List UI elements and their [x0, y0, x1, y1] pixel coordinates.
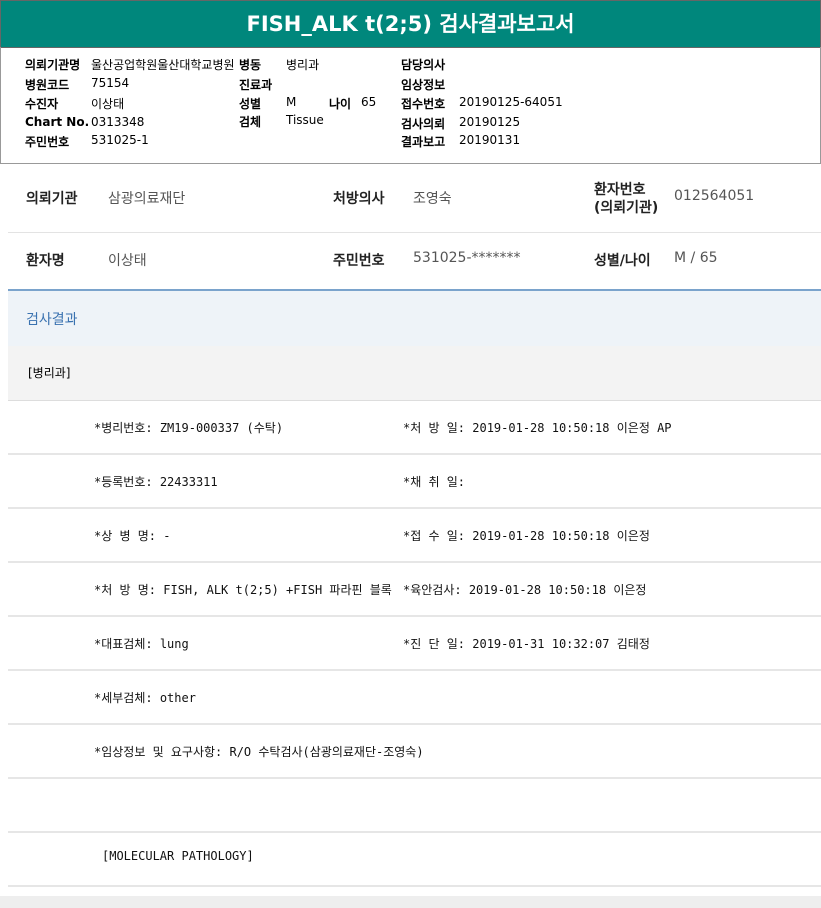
report-info: 의뢰기관명 울산공업학원울산대학교병원 병동 병리과 담당의사 병원코드 751…	[0, 47, 821, 164]
label: 환자번호	[594, 182, 646, 198]
label: 나이	[329, 97, 352, 111]
value: Tissue	[286, 113, 324, 127]
label: 주민번호	[25, 135, 70, 149]
result-row: *대표검체: lung *진 단 일: 2019-01-31 10:32:07 김…	[8, 617, 821, 671]
field: *처 방 명: FISH, ALK t(2;5) +FISH 파라핀 블록	[94, 583, 392, 597]
label: 성별	[239, 97, 262, 111]
field: *접 수 일: 2019-01-28 10:50:18 이은정	[403, 529, 650, 543]
molecular-pathology-label: [MOLECULAR PATHOLOGY]	[102, 849, 254, 863]
results-section-header: 검사결과	[8, 289, 821, 348]
field: *병리번호: ZM19-000337 (수탁)	[94, 421, 284, 435]
label: 결과보고	[401, 135, 446, 149]
patient-row-1: 의뢰기관 삼광의료재단 처방의사 조영숙 환자번호 (의뢰기관) 0125640…	[8, 170, 821, 233]
department-label: [병리과]	[28, 366, 71, 380]
value: 병리과	[286, 58, 320, 72]
footer-bar	[0, 896, 821, 908]
result-row: [MOLECULAR PATHOLOGY]	[8, 833, 821, 887]
label: 의뢰기관명	[25, 58, 81, 72]
value: M	[286, 95, 297, 109]
value: 삼광의료재단	[108, 191, 186, 207]
label: 의뢰기관	[26, 191, 78, 207]
field: *처 방 일: 2019-01-28 10:50:18 이은정 AP	[403, 421, 672, 435]
field: *등록번호: 22433311	[94, 475, 218, 489]
value: 이상태	[108, 253, 147, 269]
value: 울산공업학원울산대학교병원	[91, 58, 235, 72]
field: *상 병 명: -	[94, 529, 171, 543]
value: M / 65	[674, 250, 718, 266]
result-row: *상 병 명: - *접 수 일: 2019-01-28 10:50:18 이은정	[8, 509, 821, 563]
value: 20190131	[459, 133, 521, 147]
label: 성별/나이	[594, 253, 651, 269]
section-title: 검사결과	[26, 312, 78, 328]
value: 20190125	[459, 115, 521, 129]
patient-row-2: 환자명 이상태 주민번호 531025-******* 성별/나이 M / 65	[8, 233, 821, 289]
label: 검사의뢰	[401, 117, 446, 131]
value: 65	[361, 95, 377, 109]
value: 0313348	[91, 115, 145, 129]
label: 병동	[239, 58, 262, 72]
label: 환자명	[26, 253, 65, 269]
value: 75154	[91, 76, 130, 90]
label: (의뢰기관)	[594, 200, 659, 216]
field: *임상정보 및 요구사항: R/O 수탁검사(삼광의료재단-조영숙)	[94, 745, 424, 759]
department-header: [병리과]	[8, 346, 821, 401]
label: 담당의사	[401, 58, 446, 72]
value: 012564051	[674, 188, 755, 204]
label: 수진자	[25, 97, 59, 111]
result-row	[8, 779, 821, 833]
result-row: *세부검체: other	[8, 671, 821, 725]
value: 531025-*******	[413, 250, 521, 266]
label: 진료과	[239, 78, 273, 92]
field: *육안검사: 2019-01-28 10:50:18 이은정	[403, 583, 647, 597]
label: 임상정보	[401, 78, 446, 92]
value: 조영숙	[413, 191, 452, 207]
result-row: *임상정보 및 요구사항: R/O 수탁검사(삼광의료재단-조영숙)	[8, 725, 821, 779]
label: 접수번호	[401, 97, 446, 111]
result-row: *등록번호: 22433311 *채 취 일:	[8, 455, 821, 509]
result-row: *처 방 명: FISH, ALK t(2;5) +FISH 파라핀 블록 *육안…	[8, 563, 821, 617]
field: *세부검체: other	[94, 691, 196, 705]
field: *진 단 일: 2019-01-31 10:32:07 김태정	[403, 637, 650, 651]
label: 주민번호	[333, 253, 385, 269]
field: *대표검체: lung	[94, 637, 189, 651]
field: *채 취 일:	[403, 475, 466, 489]
report-title: FISH_ALK t(2;5) 검사결과보고서	[0, 0, 821, 48]
value: 531025-1	[91, 133, 149, 147]
label: 처방의사	[333, 191, 385, 207]
label: Chart No.	[25, 115, 90, 129]
label: 검체	[239, 115, 262, 129]
result-row: *병리번호: ZM19-000337 (수탁) *처 방 일: 2019-01-2…	[8, 401, 821, 455]
value: 이상태	[91, 97, 125, 111]
value: 20190125-64051	[459, 95, 563, 109]
label: 병원코드	[25, 78, 70, 92]
